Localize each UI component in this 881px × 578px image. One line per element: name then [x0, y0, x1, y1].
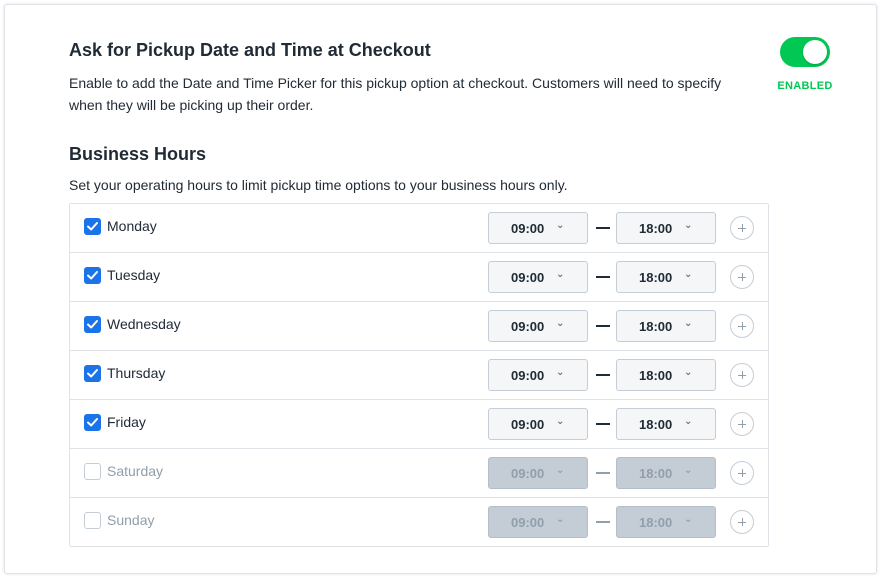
chevron-down-icon: ⌄ — [684, 269, 693, 280]
chevron-down-icon: ⌄ — [684, 465, 693, 476]
chevron-down-icon: ⌄ — [684, 416, 693, 427]
close-time-value: 18:00 — [639, 319, 673, 334]
day-label: Monday — [107, 218, 157, 234]
wednesday-close-time-select[interactable]: 18:00 ⌄ — [616, 310, 716, 342]
wednesday-checkbox[interactable] — [84, 316, 101, 333]
pickup-setting-title: Ask for Pickup Date and Time at Checkout — [69, 40, 431, 60]
open-time-value: 09:00 — [511, 368, 545, 383]
thursday-close-time-select[interactable]: 18:00 ⌄ — [616, 359, 716, 391]
monday-open-time-select[interactable]: 09:00 ⌄ — [488, 212, 588, 244]
day-label: Wednesday — [107, 316, 181, 332]
close-time-value: 18:00 — [639, 368, 673, 383]
close-time-value: 18:00 — [639, 466, 673, 481]
friday-open-time-select[interactable]: 09:00 ⌄ — [488, 408, 588, 440]
thursday-add-hours-button[interactable] — [730, 363, 754, 387]
chevron-down-icon: ⌄ — [556, 465, 565, 476]
thursday-checkbox[interactable] — [84, 365, 101, 382]
saturday-checkbox[interactable] — [84, 463, 101, 480]
business-hours-table: Monday 09:00 ⌄ 18:00 ⌄ Tuesday 09:00 ⌄ 18:0… — [69, 203, 769, 547]
chevron-down-icon: ⌄ — [684, 318, 693, 329]
day-row-monday: Monday 09:00 ⌄ 18:00 ⌄ — [70, 204, 768, 252]
chevron-down-icon: ⌄ — [556, 514, 565, 525]
day-row-wednesday: Wednesday 09:00 ⌄ 18:00 ⌄ — [70, 301, 768, 350]
open-time-value: 09:00 — [511, 515, 545, 530]
day-row-sunday: Sunday 09:00 ⌄ 18:00 ⌄ — [70, 497, 768, 546]
tuesday-open-time-select[interactable]: 09:00 ⌄ — [488, 261, 588, 293]
open-time-value: 09:00 — [511, 466, 545, 481]
close-time-value: 18:00 — [639, 270, 673, 285]
toggle-knob — [803, 40, 827, 64]
enable-toggle-group: ENABLED — [777, 37, 833, 92]
friday-add-hours-button[interactable] — [730, 412, 754, 436]
chevron-down-icon: ⌄ — [684, 367, 693, 378]
chevron-down-icon: ⌄ — [556, 318, 565, 329]
business-hours-title: Business Hours — [69, 144, 207, 164]
chevron-down-icon: ⌄ — [556, 220, 565, 231]
close-time-value: 18:00 — [639, 417, 673, 432]
close-time-value: 18:00 — [639, 515, 673, 530]
time-range-separator — [596, 521, 610, 523]
saturday-close-time-select: 18:00 ⌄ — [616, 457, 716, 489]
checkmark-icon — [87, 418, 98, 427]
chevron-down-icon: ⌄ — [556, 269, 565, 280]
toggle-status-label: ENABLED — [777, 80, 833, 92]
time-range-separator — [596, 374, 610, 376]
open-time-value: 09:00 — [511, 221, 545, 236]
wednesday-add-hours-button[interactable] — [730, 314, 754, 338]
chevron-down-icon: ⌄ — [684, 220, 693, 231]
monday-add-hours-button[interactable] — [730, 216, 754, 240]
sunday-add-hours-button[interactable] — [730, 510, 754, 534]
open-time-value: 09:00 — [511, 270, 545, 285]
friday-close-time-select[interactable]: 18:00 ⌄ — [616, 408, 716, 440]
business-hours-description: Set your operating hours to limit pickup… — [69, 177, 568, 193]
wednesday-open-time-select[interactable]: 09:00 ⌄ — [488, 310, 588, 342]
sunday-close-time-select: 18:00 ⌄ — [616, 506, 716, 538]
saturday-open-time-select: 09:00 ⌄ — [488, 457, 588, 489]
time-range-separator — [596, 325, 610, 327]
open-time-value: 09:00 — [511, 319, 545, 334]
day-label: Tuesday — [107, 267, 161, 283]
checkmark-icon — [87, 369, 98, 378]
day-label: Friday — [107, 414, 146, 430]
day-row-saturday: Saturday 09:00 ⌄ 18:00 ⌄ — [70, 448, 768, 497]
sunday-open-time-select: 09:00 ⌄ — [488, 506, 588, 538]
time-range-separator — [596, 472, 610, 474]
day-label: Thursday — [107, 365, 166, 381]
friday-checkbox[interactable] — [84, 414, 101, 431]
tuesday-add-hours-button[interactable] — [730, 265, 754, 289]
time-range-separator — [596, 276, 610, 278]
day-row-tuesday: Tuesday 09:00 ⌄ 18:00 ⌄ — [70, 252, 768, 301]
monday-close-time-select[interactable]: 18:00 ⌄ — [616, 212, 716, 244]
saturday-add-hours-button[interactable] — [730, 461, 754, 485]
tuesday-checkbox[interactable] — [84, 267, 101, 284]
checkmark-icon — [87, 320, 98, 329]
chevron-down-icon: ⌄ — [556, 416, 565, 427]
thursday-open-time-select[interactable]: 09:00 ⌄ — [488, 359, 588, 391]
checkmark-icon — [87, 271, 98, 280]
day-label: Saturday — [107, 463, 164, 479]
chevron-down-icon: ⌄ — [556, 367, 565, 378]
tuesday-close-time-select[interactable]: 18:00 ⌄ — [616, 261, 716, 293]
day-label: Sunday — [107, 512, 155, 528]
time-range-separator — [596, 227, 610, 229]
enable-pickup-toggle[interactable] — [780, 37, 830, 67]
day-row-thursday: Thursday 09:00 ⌄ 18:00 ⌄ — [70, 350, 768, 399]
time-range-separator — [596, 423, 610, 425]
pickup-setting-description: Enable to add the Date and Time Picker f… — [69, 75, 722, 113]
pickup-settings-card: Ask for Pickup Date and Time at Checkout… — [4, 4, 877, 574]
sunday-checkbox[interactable] — [84, 512, 101, 529]
day-row-friday: Friday 09:00 ⌄ 18:00 ⌄ — [70, 399, 768, 448]
open-time-value: 09:00 — [511, 417, 545, 432]
monday-checkbox[interactable] — [84, 218, 101, 235]
chevron-down-icon: ⌄ — [684, 514, 693, 525]
close-time-value: 18:00 — [639, 221, 673, 236]
checkmark-icon — [87, 222, 98, 231]
